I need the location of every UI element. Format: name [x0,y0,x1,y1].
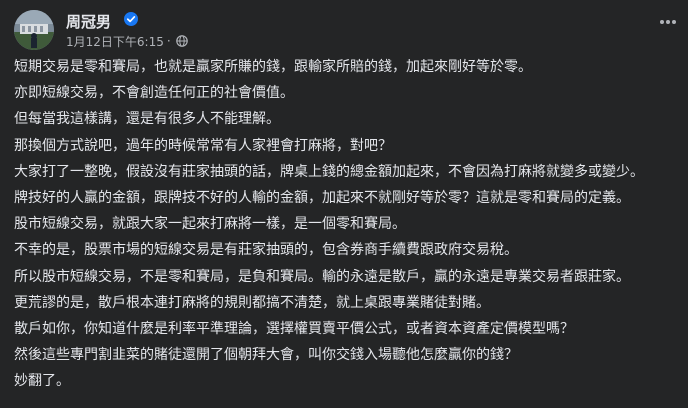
post-paragraph: 亦即短線交易，不會創造任何正的社會價值。 [14,85,294,102]
meta-separator: · [166,34,171,48]
post-paragraph: 更荒謬的是，散戶根本連打麻將的規則都搞不清楚，就上桌跟專業賭徒對賭。 [14,294,490,311]
facebook-post: 周冠男 1月12日下午6:15 · 短期交易是零和賽局，也就是贏家所賺的錢，跟輸… [0,0,688,408]
post-paragraph: 但每當我這樣講，還是有很多人不能理解。 [14,111,280,128]
post-timestamp[interactable]: 1月12日下午6:15 [66,33,164,50]
post-meta: 1月12日下午6:15 · [66,33,188,49]
post-paragraph: 牌技好的人贏的金額，跟牌技不好的人輸的金額，加起來不就剛好等於零？這就是零和賽局… [14,189,630,206]
post-paragraph: 散戶如你，你知道什麼是利率平準理論，選擇權買賣平價公式，或者資本資產定價模型嗎？ [14,320,574,337]
post-header: 周冠男 1月12日下午6:15 · [14,8,678,50]
more-options-icon [660,20,664,24]
post-paragraph: 短期交易是零和賽局，也就是贏家所賺的錢，跟輸家所賠的錢，加起來剛好等於零。 [14,59,532,75]
post-paragraph: 那換個方式說吧，過年的時候常常有人家裡會打麻將，對吧？ [14,137,392,154]
post-paragraph: 不幸的是，股票市場的短線交易是有莊家抽頭的，包含券商手續費跟政府交易稅。 [14,242,518,259]
author-avatar[interactable] [14,10,54,50]
post-paragraph: 所以股市短線交易，不是零和賽局，是負和賽局。輸的永遠是散戶，贏的永遠是專業交易者… [14,268,630,285]
post-paragraph: 妙翻了。 [14,373,70,390]
post-paragraph: 股市短線交易，就跟大家一起來打麻將一樣，是一個零和賽局。 [14,216,406,233]
more-options-button[interactable] [658,14,678,30]
author-name[interactable]: 周冠男 [66,11,111,32]
post-paragraph: 然後這些專門割韭菜的賭徒還開了個朝拜大會，叫你交錢入場聽他怎麼贏你的錢？ [14,347,518,364]
globe-icon[interactable] [175,35,188,47]
verified-badge-icon [124,12,138,26]
post-paragraph: 大家打了一整晚，假設沒有莊家抽頭的話，牌桌上錢的總金額加起來，不會因為打麻將就變… [14,163,644,180]
post-body: 短期交易是零和賽局，也就是贏家所賺的錢，跟輸家所賠的錢，加起來剛好等於零。 亦即短… [14,58,680,398]
